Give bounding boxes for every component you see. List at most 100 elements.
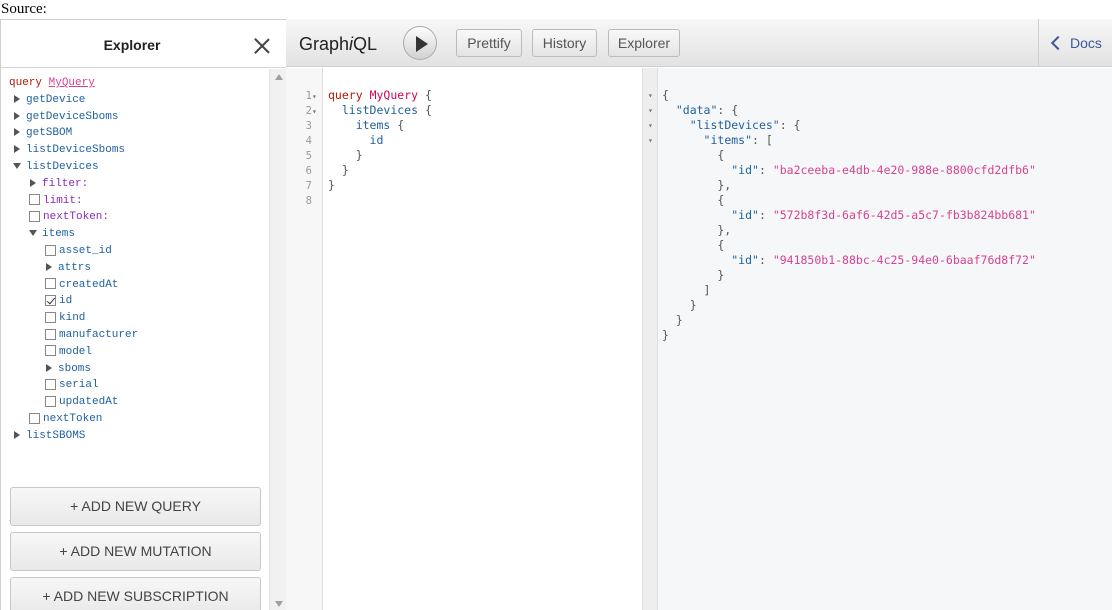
fold-icon[interactable]: ▾ (648, 88, 653, 103)
checkbox-icon[interactable] (29, 194, 40, 206)
checkbox-icon[interactable] (45, 378, 56, 390)
tree-item-getdevice[interactable]: getDevice (9, 92, 138, 109)
json-string: "ba2ceeba-e4db-4e20-988e-8800cfd2dfb6" (772, 163, 1036, 177)
caret-right-icon[interactable] (13, 127, 23, 137)
scroll-up-icon[interactable] (275, 74, 283, 80)
tree-item-items[interactable]: items (9, 226, 138, 243)
tree-item-label: kind (59, 312, 86, 325)
checkbox-icon[interactable] (45, 328, 56, 340)
tree-item-filter[interactable]: filter: (9, 176, 138, 193)
tree-item-nexttoken[interactable]: nextToken: (9, 209, 138, 226)
tree-item-model[interactable]: model (9, 344, 138, 361)
tree-item-label: getSBOM (26, 127, 73, 140)
code-keyword: query (328, 88, 363, 102)
code-line: 5 } (286, 148, 363, 163)
explorer-tree: query MyQuery getDevice getDeviceSboms get… (9, 75, 138, 445)
explorer-scrollbar[interactable] (269, 69, 287, 610)
code-line: 6 } (286, 163, 349, 178)
add-new-query-button[interactable]: + ADD NEW QUERY (10, 487, 261, 526)
operation-header: query MyQuery (9, 75, 138, 92)
tree-item-id[interactable]: id (9, 293, 138, 310)
tree-item-kind[interactable]: kind (9, 310, 138, 327)
caret-right-icon[interactable] (29, 178, 39, 188)
explorer-body: query MyQuery getDevice getDeviceSboms get… (1, 69, 269, 610)
caret-down-icon[interactable] (13, 161, 23, 171)
line-number: 6 (305, 165, 312, 177)
fold-icon[interactable]: ▾ (648, 118, 653, 133)
explorer-panel: Explorer query MyQuery getDevice getDevic… (0, 19, 287, 610)
tree-item-createdat[interactable]: createdAt (9, 277, 138, 294)
tree-item-label: nextToken: (43, 211, 110, 224)
tree-item-serial[interactable]: serial (9, 377, 138, 394)
caret-right-icon[interactable] (45, 363, 55, 373)
json-key: "id" (731, 208, 759, 222)
tree-item-listsboms[interactable]: listSBOMS (9, 428, 138, 445)
app-title-suffix: QL (353, 34, 378, 54)
caret-right-icon[interactable] (13, 94, 23, 104)
add-new-mutation-button[interactable]: + ADD NEW MUTATION (10, 532, 261, 571)
explorer-toggle-button[interactable]: Explorer (608, 29, 680, 57)
chevron-left-icon (1050, 35, 1066, 51)
result-pane[interactable]: ▾{ ▾ "data": { ▾ "listDevices": { ▾ "ite… (642, 68, 1112, 610)
tree-item-limit[interactable]: limit: (9, 193, 138, 210)
tree-item-nexttoken[interactable]: nextToken (9, 411, 138, 428)
code-punct: { (397, 118, 405, 132)
tree-item-label: listDeviceSboms (26, 144, 126, 157)
caret-right-icon[interactable] (13, 430, 23, 440)
app-title-prefix: Graph (299, 34, 350, 54)
operation-name[interactable]: MyQuery (49, 77, 95, 89)
checkbox-icon[interactable] (29, 412, 40, 424)
checkbox-icon[interactable] (29, 210, 40, 222)
checkbox-checked-icon[interactable] (45, 294, 56, 306)
result-gutter (643, 68, 658, 610)
history-button[interactable]: History (532, 29, 597, 57)
operation-keyword: query (9, 77, 43, 89)
prettify-button[interactable]: Prettify (456, 29, 522, 57)
tree-item-label: updatedAt (59, 396, 119, 409)
tree-item-sboms[interactable]: sboms (9, 361, 138, 378)
tree-item-getdevicesboms[interactable]: getDeviceSboms (9, 109, 138, 126)
json-string: "572b8f3d-6af6-42d5-a5c7-fb3b824bb681" (772, 208, 1036, 222)
tree-item-attrs[interactable]: attrs (9, 260, 138, 277)
tree-item-manufacturer[interactable]: manufacturer (9, 327, 138, 344)
execute-query-button[interactable] (403, 26, 437, 60)
editor-code[interactable]: 1▾ query MyQuery { 2▾ listDevices { 3 ite… (286, 88, 432, 208)
checkbox-icon[interactable] (45, 311, 56, 323)
code-punct: { (424, 88, 432, 102)
caret-down-icon[interactable] (29, 228, 39, 238)
app-title: GraphiQL (299, 34, 377, 55)
checkbox-icon[interactable] (45, 244, 56, 256)
tree-item-listdevicesboms[interactable]: listDeviceSboms (9, 142, 138, 159)
tree-item-getsbom[interactable]: getSBOM (9, 125, 138, 142)
line-number: 8 (305, 195, 312, 207)
caret-right-icon[interactable] (13, 144, 23, 154)
caret-right-icon[interactable] (13, 111, 23, 121)
code-line: 4 id (286, 133, 384, 148)
fold-icon[interactable]: ▾ (648, 133, 653, 148)
scroll-down-icon[interactable] (275, 601, 283, 607)
tree-item-label: nextToken (43, 412, 103, 425)
line-number: 4 (305, 135, 312, 147)
caret-right-icon[interactable] (45, 262, 55, 272)
fold-icon[interactable]: ▾ (312, 104, 322, 119)
fold-icon[interactable]: ▾ (312, 89, 322, 104)
add-new-subscription-button[interactable]: + ADD NEW SUBSCRIPTION (10, 577, 261, 610)
checkbox-icon[interactable] (45, 278, 56, 290)
close-icon[interactable] (254, 38, 270, 54)
tree-item-asset_id[interactable]: asset_id (9, 243, 138, 260)
code-operation-name: MyQuery (369, 88, 419, 102)
line-number: 1 (305, 90, 312, 102)
code-line: 2▾ listDevices { (286, 103, 432, 119)
docs-button[interactable]: Docs (1038, 19, 1112, 67)
checkbox-icon[interactable] (45, 395, 56, 407)
tree-item-listdevices[interactable]: listDevices (9, 159, 138, 176)
query-editor[interactable]: 1▾ query MyQuery { 2▾ listDevices { 3 ite… (286, 68, 642, 610)
fold-icon[interactable]: ▾ (648, 103, 653, 118)
tree-item-updatedat[interactable]: updatedAt (9, 394, 138, 411)
tree-item-label: getDeviceSboms (26, 110, 119, 123)
line-number: 2 (305, 105, 312, 117)
checkbox-icon[interactable] (45, 345, 56, 357)
tree-item-label: sboms (58, 362, 92, 375)
tree-item-label: manufacturer (59, 328, 139, 341)
docs-label: Docs (1070, 35, 1102, 51)
